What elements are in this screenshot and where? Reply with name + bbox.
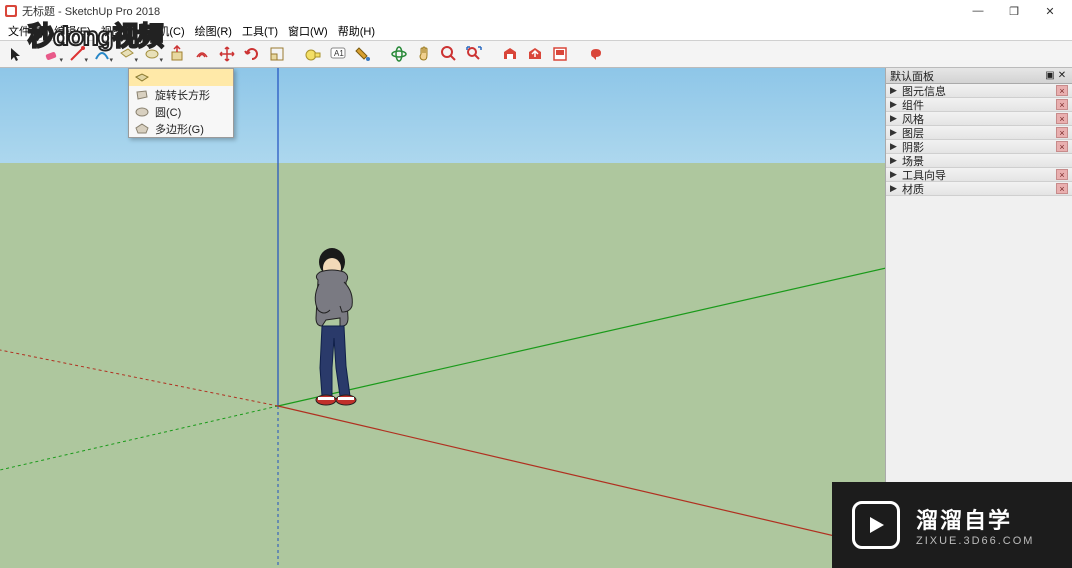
expand-icon: ▶ [890, 127, 902, 138]
extension-tool[interactable] [584, 42, 608, 66]
tray-close-icon[interactable]: × [1056, 169, 1068, 180]
ground-plane [0, 163, 885, 568]
tray-close-icon[interactable]: × [1056, 141, 1068, 152]
expand-icon: ▶ [890, 113, 902, 124]
window-controls: — ❐ ✕ [960, 1, 1068, 21]
dropdown-item-polygon[interactable]: 多边形(G) [129, 120, 233, 137]
dropdown-item-rotated-rect[interactable]: 旋转长方形 [129, 86, 233, 103]
rotated-rect-icon [129, 89, 155, 101]
panel-close-icon[interactable]: ✕ [1056, 70, 1068, 82]
polygon-icon [129, 123, 155, 135]
orbit-tool[interactable] [387, 42, 411, 66]
pan-tool[interactable] [412, 42, 436, 66]
tray-list: ▶图元信息× ▶组件× ▶风格× ▶图层× ▶阴影× ▶场景 ▶工具向导× ▶材… [886, 84, 1072, 196]
tray-close-icon[interactable]: × [1056, 113, 1068, 124]
watermark-logo: 秒dong视频 [28, 16, 163, 53]
expand-icon: ▶ [890, 155, 902, 166]
offset-tool[interactable] [190, 42, 214, 66]
expand-icon: ▶ [890, 183, 902, 194]
expand-icon: ▶ [890, 169, 902, 180]
dropdown-item-rect[interactable] [129, 69, 233, 86]
circle-icon [129, 106, 155, 118]
move-tool[interactable] [215, 42, 239, 66]
play-icon [852, 501, 900, 549]
3dwarehouse-tool[interactable] [498, 42, 522, 66]
expand-icon: ▶ [890, 99, 902, 110]
menu-window[interactable]: 窗口(W) [284, 22, 332, 40]
app-icon [4, 4, 18, 18]
zoom-tool[interactable] [437, 42, 461, 66]
menu-tools[interactable]: 工具(T) [238, 22, 282, 40]
watermark-brand: 溜溜自学 ZIXUE.3D66.COM [832, 482, 1072, 568]
rect-icon [129, 72, 155, 84]
svg-text:A1: A1 [334, 49, 344, 58]
side-panel-title: 默认面板 [890, 68, 934, 84]
tray-materials[interactable]: ▶材质× [886, 182, 1072, 196]
dropdown-label: 旋转长方形 [155, 87, 210, 103]
rect-tool-dropdown: 旋转长方形 圆(C) 多边形(G) [128, 68, 234, 138]
window-title: 无标题 - SketchUp Pro 2018 [22, 3, 960, 19]
tape-tool[interactable] [301, 42, 325, 66]
select-tool[interactable] [4, 42, 28, 66]
tray-close-icon[interactable]: × [1056, 183, 1068, 194]
menu-help[interactable]: 帮助(H) [334, 22, 379, 40]
brand-title: 溜溜自学 [916, 503, 1034, 535]
paint-tool[interactable] [351, 42, 375, 66]
tray-close-icon[interactable]: × [1056, 85, 1068, 96]
pin-icon[interactable]: ▣ [1044, 70, 1056, 82]
menu-draw[interactable]: 绘图(R) [191, 22, 236, 40]
maximize-button[interactable]: ❐ [996, 1, 1032, 21]
pushpull-tool[interactable] [165, 42, 189, 66]
scale-tool[interactable] [265, 42, 289, 66]
layout-tool[interactable] [548, 42, 572, 66]
viewport[interactable]: 旋转长方形 圆(C) 多边形(G) [0, 68, 886, 568]
dropdown-label: 多边形(G) [155, 121, 204, 137]
close-button[interactable]: ✕ [1032, 1, 1068, 21]
tray-close-icon[interactable]: × [1056, 99, 1068, 110]
text-tool[interactable]: A1 [326, 42, 350, 66]
minimize-button[interactable]: — [960, 1, 996, 21]
zoom-extents-tool[interactable] [462, 42, 486, 66]
tray-close-icon[interactable]: × [1056, 127, 1068, 138]
dropdown-item-circle[interactable]: 圆(C) [129, 103, 233, 120]
send-tool[interactable] [523, 42, 547, 66]
rotate-tool[interactable] [240, 42, 264, 66]
scale-figure [304, 248, 384, 413]
expand-icon: ▶ [890, 85, 902, 96]
expand-icon: ▶ [890, 141, 902, 152]
dropdown-label: 圆(C) [155, 104, 181, 120]
brand-url: ZIXUE.3D66.COM [916, 535, 1034, 547]
